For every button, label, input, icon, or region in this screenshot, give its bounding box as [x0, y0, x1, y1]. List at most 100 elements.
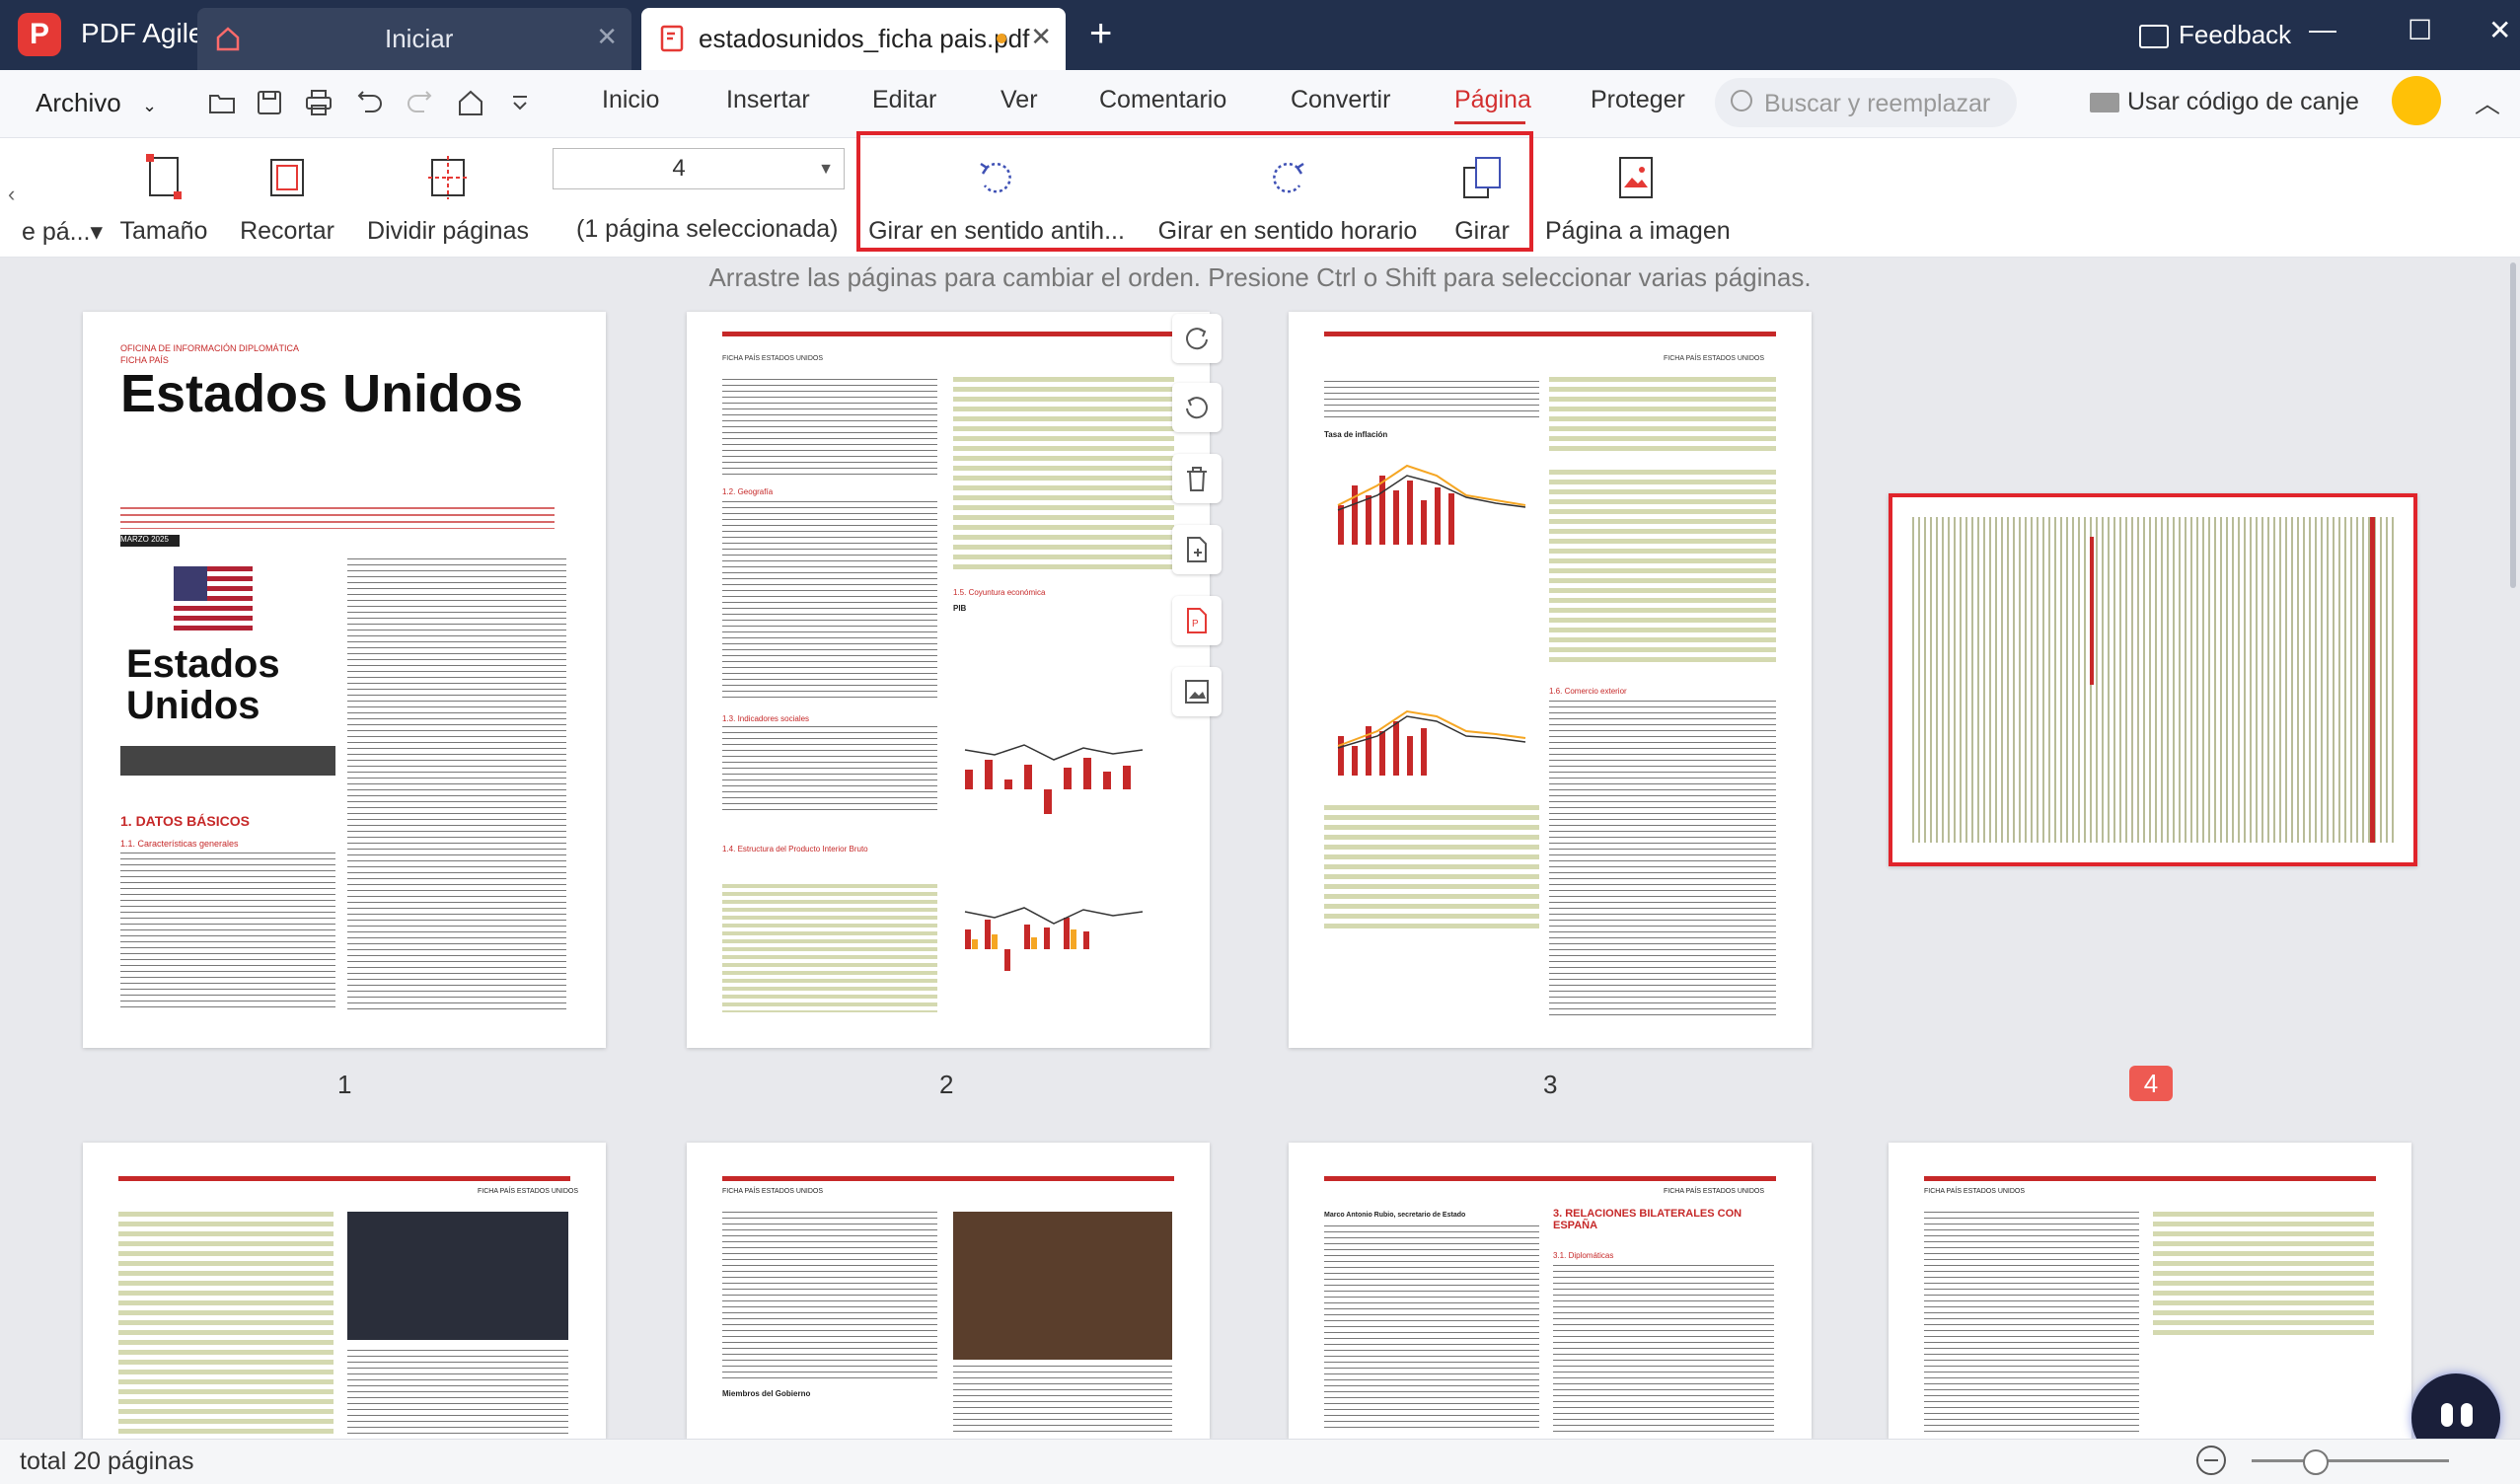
- insert-pdf-button[interactable]: P: [1172, 596, 1222, 645]
- page-number-2: 2: [939, 1070, 954, 1099]
- us-flag-icon: [174, 566, 253, 635]
- selected-pages-info: (1 página seleccionada): [576, 215, 839, 243]
- extract-pages-label: e pá...▾: [22, 218, 104, 246]
- body-text: [953, 1366, 1172, 1435]
- menu-pagina[interactable]: Página: [1454, 86, 1531, 114]
- page-thumbnail-2[interactable]: FICHA PAÍS ESTADOS UNIDOS 1.2. Geografía…: [687, 312, 1210, 1048]
- ribbon-scroll-left-icon[interactable]: ‹: [8, 182, 15, 207]
- redeem-code-button[interactable]: Usar código de canje: [2090, 88, 2359, 116]
- pdf-icon: P: [1187, 608, 1207, 633]
- customize-dropdown-icon[interactable]: [505, 88, 535, 117]
- body-text: [1324, 381, 1539, 420]
- zoom-slider-handle[interactable]: [2303, 1449, 2329, 1475]
- page-thumbnail-7[interactable]: FICHA PAÍS ESTADOS UNIDOS Marco Antonio …: [1289, 1143, 1812, 1439]
- cover-title: Estados Unidos: [126, 643, 280, 726]
- feedback-label: Feedback: [2179, 20, 2292, 49]
- body-text-right: [347, 558, 566, 1012]
- header-rule: [2370, 517, 2375, 843]
- rotate-left-button[interactable]: [1172, 383, 1222, 432]
- assistant-eye: [2461, 1403, 2473, 1427]
- app-name: PDF Agile: [81, 18, 204, 48]
- menu-comentario[interactable]: Comentario: [1099, 86, 1226, 114]
- cover-title-line1: Estados: [126, 642, 280, 686]
- collapse-ribbon-icon[interactable]: ︿: [2475, 84, 2500, 120]
- page-thumbnail-3[interactable]: FICHA PAÍS ESTADOS UNIDOS Tasa de inflac…: [1289, 312, 1812, 1048]
- archivo-menu[interactable]: Archivo ⌄: [36, 88, 157, 118]
- menu-ver[interactable]: Ver: [1001, 86, 1038, 114]
- status-bar: total 20 páginas: [0, 1439, 2520, 1484]
- section-comercio: 1.6. Comercio exterior: [1549, 687, 1627, 696]
- date-badge: MARZO 2025: [120, 535, 180, 547]
- search-input[interactable]: Buscar y reemplazar: [1715, 78, 2017, 127]
- page-thumbnail-6[interactable]: FICHA PAÍS ESTADOS UNIDOS Miembros del G…: [687, 1143, 1210, 1439]
- undo-icon[interactable]: [355, 88, 385, 117]
- intro-text-block: [120, 507, 555, 529]
- ticket-icon: [2090, 93, 2119, 113]
- menu-convertir[interactable]: Convertir: [1291, 86, 1390, 114]
- menu-editar[interactable]: Editar: [872, 86, 936, 114]
- open-folder-icon[interactable]: [207, 88, 237, 117]
- section-heading: 3. RELACIONES BILATERALES CON ESPAÑA: [1553, 1208, 1742, 1231]
- data-table: [1549, 377, 1776, 456]
- page-number-3: 3: [1543, 1070, 1558, 1099]
- page-header: FICHA PAÍS ESTADOS UNIDOS: [722, 355, 824, 362]
- close-window-button[interactable]: ✕: [2488, 14, 2511, 46]
- vertical-scrollbar[interactable]: [2506, 259, 2520, 1439]
- page-thumbnail-8[interactable]: FICHA PAÍS ESTADOS UNIDOS: [1889, 1143, 2411, 1439]
- size-button[interactable]: Tamaño: [114, 146, 213, 253]
- new-tab-button[interactable]: +: [1089, 14, 1112, 53]
- total-pages-label: total 20 páginas: [20, 1447, 194, 1475]
- extract-pages-button[interactable]: e pá...▾: [22, 146, 104, 253]
- print-icon[interactable]: [304, 88, 334, 117]
- page-to-image-button[interactable]: Página a imagen: [1545, 146, 1731, 253]
- tab-iniciar[interactable]: Iniciar ✕: [197, 8, 631, 70]
- data-table: [953, 377, 1174, 574]
- home-icon[interactable]: [456, 88, 485, 117]
- page-range-select[interactable]: 4 ▼: [553, 148, 845, 189]
- section-heading: 1. DATOS BÁSICOS: [120, 813, 250, 829]
- delete-page-button[interactable]: [1172, 454, 1222, 503]
- split-pages-icon: [428, 156, 468, 199]
- menu-insertar[interactable]: Insertar: [726, 86, 810, 114]
- drag-hint: Arrastre las páginas para cambiar el ord…: [708, 262, 1812, 292]
- trash-icon: [1187, 467, 1207, 491]
- doc-title: Estados Unidos: [120, 364, 524, 423]
- pdf-icon: [660, 25, 684, 52]
- split-pages-label: Dividir páginas: [367, 217, 529, 245]
- page-thumbnail-1[interactable]: OFICINA DE INFORMACIÓN DIPLOMÁTICA FICHA…: [83, 312, 606, 1048]
- close-icon[interactable]: ✕: [596, 22, 618, 52]
- cover-title-line2: Unidos: [126, 684, 260, 727]
- app-logo-icon: P: [18, 13, 61, 56]
- crop-button[interactable]: Recortar: [233, 146, 341, 253]
- active-menu-underline: [1454, 121, 1525, 124]
- page-image-button[interactable]: [1172, 667, 1222, 716]
- avatar[interactable]: [2392, 76, 2441, 125]
- crop-icon: [270, 159, 304, 196]
- zoom-out-button[interactable]: [2196, 1446, 2226, 1475]
- redeem-code-label: Usar código de canje: [2127, 88, 2359, 115]
- maximize-button[interactable]: ☐: [2408, 14, 2432, 46]
- header-rule: [722, 1176, 1174, 1181]
- body-text: [1924, 1212, 2139, 1435]
- minimize-button[interactable]: —: [2309, 14, 2336, 45]
- page-thumbnail-5[interactable]: FICHA PAÍS ESTADOS UNIDOS: [83, 1143, 606, 1439]
- close-icon[interactable]: ✕: [1030, 22, 1052, 52]
- zoom-slider[interactable]: [2252, 1459, 2449, 1462]
- feedback-button[interactable]: Feedback: [2139, 20, 2291, 50]
- redo-icon[interactable]: [405, 88, 434, 117]
- insert-page-button[interactable]: [1172, 525, 1222, 574]
- scrollbar-thumb[interactable]: [2510, 262, 2516, 588]
- header-rule: [118, 1176, 570, 1181]
- rotate-right-button[interactable]: [1172, 314, 1222, 363]
- page-number-1: 1: [337, 1070, 352, 1099]
- tab-document[interactable]: estadosunidos_ficha pais.pdf ✕: [641, 8, 1066, 70]
- page-header: FICHA PAÍS ESTADOS UNIDOS: [1924, 1188, 2026, 1195]
- split-pages-button[interactable]: Dividir páginas: [365, 146, 531, 253]
- image-icon: [1185, 680, 1209, 704]
- page-thumbnail-4-selected[interactable]: [1889, 493, 2417, 866]
- menu-proteger[interactable]: Proteger: [1591, 86, 1685, 114]
- rotate-right-icon: [1186, 328, 1208, 350]
- data-table: [722, 884, 937, 1012]
- save-icon[interactable]: [255, 88, 284, 117]
- menu-inicio[interactable]: Inicio: [602, 86, 659, 114]
